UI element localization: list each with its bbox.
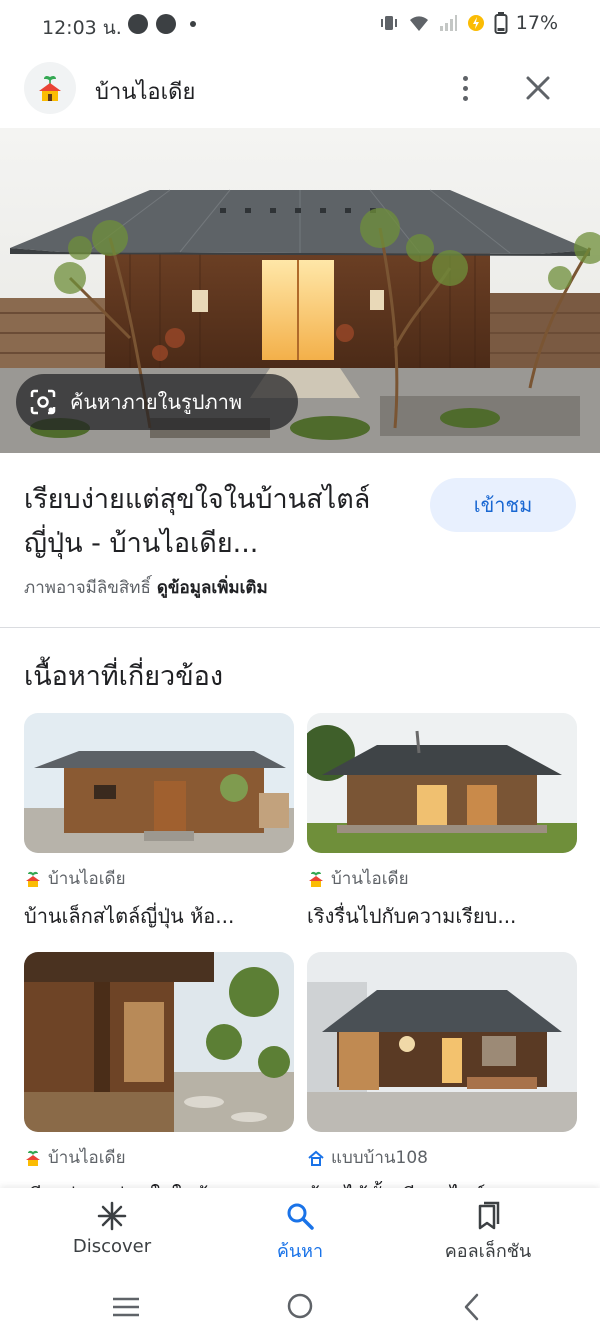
nav-collections-label: คอลเล็กชัน [444, 1241, 532, 1262]
more-vert-icon[interactable] [450, 70, 480, 106]
status-time: 12:03 น. [42, 17, 122, 39]
notification-badge-icon [156, 14, 176, 34]
status-bar: 12:03 น. 17% [0, 0, 600, 52]
card-source: แบบบ้าน108 [307, 1144, 577, 1171]
back-icon[interactable] [460, 1292, 484, 1322]
site-title: บ้านไอเดีย [95, 80, 196, 105]
system-navigation-bar [0, 1276, 600, 1338]
wifi-icon [409, 16, 428, 31]
card-source: บ้านไอเดีย [24, 1144, 294, 1171]
related-card[interactable]: แบบบ้าน108 บ้านไม้ชั้นเดียวสไตล์... [307, 952, 577, 1211]
bottom-navigation: Discover ค้นหา คอลเล็กชัน [0, 1188, 600, 1276]
close-icon[interactable] [520, 70, 556, 106]
card-title[interactable]: เริงรื่นไปกับความเรียบ... [307, 900, 577, 932]
related-thumbnail[interactable] [307, 952, 577, 1132]
more-notifications-icon [190, 21, 196, 27]
notification-badge-icon [128, 14, 148, 34]
copyright-line: ภาพอาจมีลิขสิทธิ์ ดูข้อมูลเพิ่มเติม [24, 574, 268, 601]
related-card[interactable]: บ้านไอเดีย บ้านเล็กสไตล์ญี่ปุ่น ห้อ... [24, 713, 294, 932]
card-title[interactable]: บ้านเล็กสไตล์ญี่ปุ่น ห้อ... [24, 900, 294, 932]
related-thumbnail[interactable] [24, 952, 294, 1132]
site-logo[interactable] [24, 62, 76, 114]
card-source-label: บ้านไอเดีย [48, 869, 126, 889]
site-favicon-icon [309, 871, 323, 887]
copyright-notice: ภาพอาจมีลิขสิทธิ์ [24, 578, 151, 598]
more-info-link[interactable]: ดูข้อมูลเพิ่มเติม [157, 578, 268, 598]
house-photo [24, 952, 294, 1132]
house-photo [307, 713, 577, 853]
search-icon [287, 1203, 314, 1230]
house-favicon-icon [308, 1150, 324, 1166]
recent-apps-icon[interactable] [110, 1294, 142, 1320]
home-icon[interactable] [284, 1290, 316, 1322]
related-card[interactable]: บ้านไอเดีย เรียบง่ายแต่สุขใจในบ้า... [24, 952, 294, 1211]
nav-collections[interactable]: คอลเล็กชัน [398, 1200, 578, 1265]
result-title[interactable]: เรียบง่ายแต่สุขใจในบ้านสไตล์ญี่ปุ่น - บ้… [24, 478, 404, 566]
card-source-label: แบบบ้าน108 [331, 1148, 428, 1168]
battery-icon [494, 12, 508, 34]
signal-icon [439, 15, 457, 31]
nav-search-label: ค้นหา [276, 1241, 324, 1262]
card-source-label: บ้านไอเดีย [48, 1148, 126, 1168]
divider [0, 627, 600, 628]
vibrate-icon [380, 16, 397, 30]
nav-search[interactable]: ค้นหา [210, 1200, 390, 1265]
card-source: บ้านไอเดีย [307, 865, 577, 892]
status-icons: 17% [378, 12, 558, 34]
asterisk-icon [97, 1201, 127, 1231]
site-favicon-icon [26, 871, 40, 887]
nav-discover-label: Discover [72, 1236, 152, 1257]
bookmark-collection-icon [478, 1201, 500, 1230]
app-header: บ้านไอเดีย [0, 58, 600, 120]
battery-saver-icon [467, 15, 484, 31]
lens-search-icon [30, 389, 56, 415]
nav-discover[interactable]: Discover [22, 1200, 202, 1257]
related-thumbnail[interactable] [307, 713, 577, 853]
related-thumbnail[interactable] [24, 713, 294, 853]
house-photo [24, 713, 294, 853]
house-photo [307, 952, 577, 1132]
main-image[interactable]: ค้นหาภายในรูปภาพ [0, 128, 600, 453]
card-source: บ้านไอเดีย [24, 865, 294, 892]
site-favicon-icon [26, 1150, 40, 1166]
card-source-label: บ้านไอเดีย [331, 869, 409, 889]
lens-chip-label: ค้นหาภายในรูปภาพ [70, 390, 243, 414]
house-sprout-logo-icon [39, 75, 61, 101]
search-inside-image-chip[interactable]: ค้นหาภายในรูปภาพ [16, 374, 298, 430]
visit-button[interactable]: เข้าชม [430, 478, 576, 532]
battery-percent: 17% [515, 12, 558, 34]
related-card[interactable]: บ้านไอเดีย เริงรื่นไปกับความเรียบ... [307, 713, 577, 932]
related-heading: เนื้อหาที่เกี่ยวข้อง [24, 661, 224, 692]
